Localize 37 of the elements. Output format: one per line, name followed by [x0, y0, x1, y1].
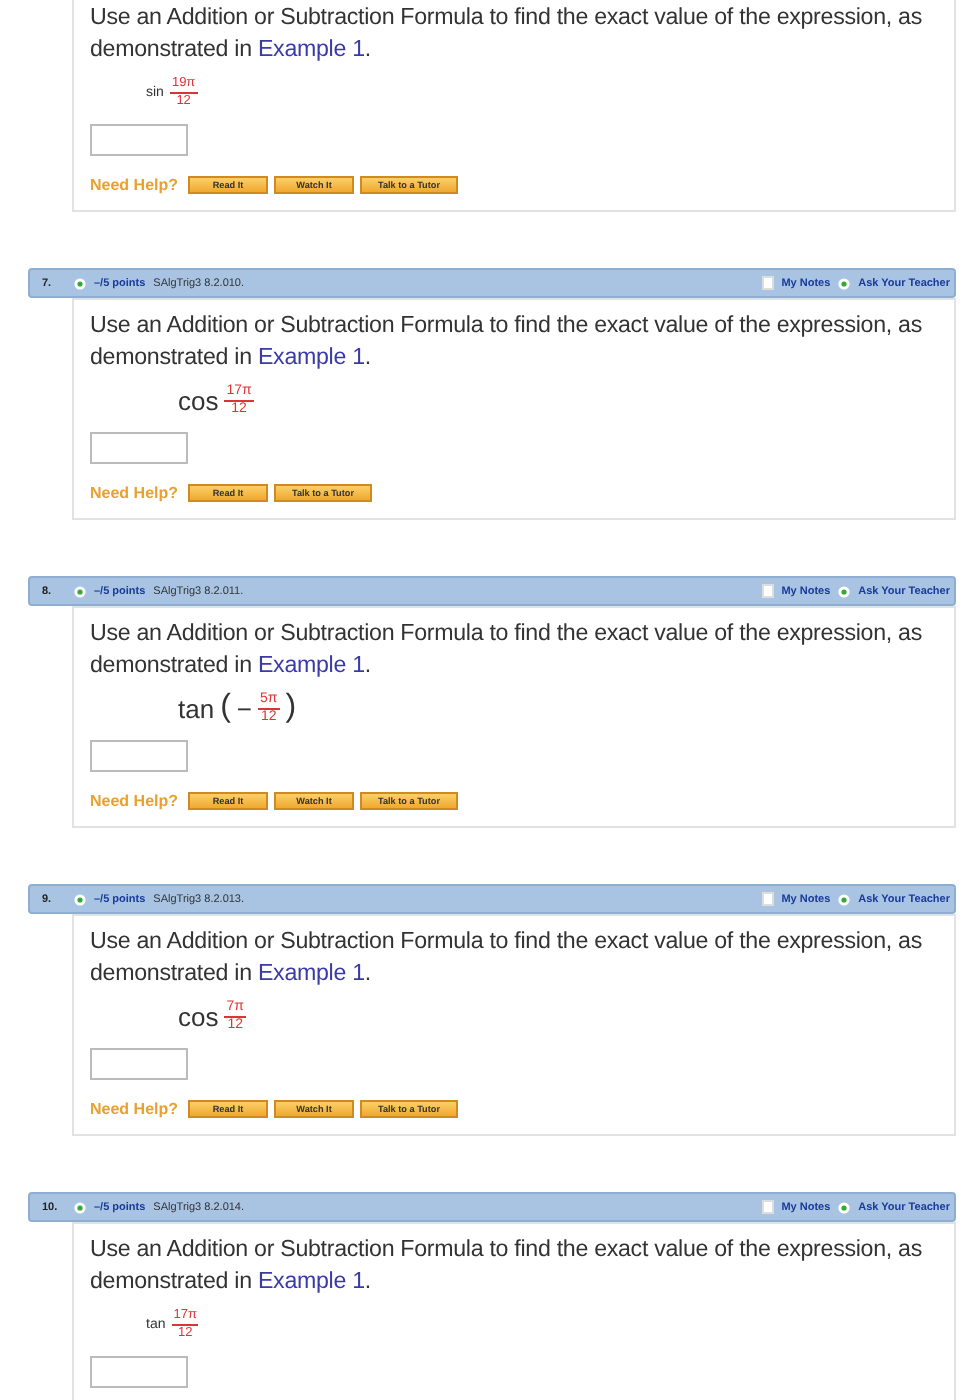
function-name: tan	[178, 693, 215, 723]
question-text: Use an Addition or Subtraction Formula to find the exact value of the expression, as demonstrated in Example 1.	[90, 2, 924, 66]
function-name: cos	[178, 1001, 219, 1031]
parenthesis: )	[285, 690, 297, 726]
example-link[interactable]: Example 1	[257, 36, 365, 62]
question-text: Use an Addition or Subtraction Formula to find the exact value of the expression, as demonstrated in Example 1.	[90, 310, 924, 374]
dot-circle-icon	[838, 893, 851, 905]
plus-circle-icon	[74, 277, 86, 289]
need-help-label: Need Help?	[90, 484, 179, 502]
question-text: Use an Addition or Subtraction Formula to find the exact value of the expression, as demonstrated in Example 1.	[90, 926, 924, 990]
parenthesis: (	[220, 690, 231, 726]
example-link[interactable]: Example 1	[257, 344, 365, 370]
note-icon	[761, 584, 774, 598]
answer-field[interactable]	[90, 124, 188, 156]
answer-field[interactable]	[90, 740, 188, 772]
need-help-label: Need Help?	[90, 176, 179, 194]
dot-circle-icon	[838, 585, 851, 597]
example-link[interactable]: Example 1	[257, 960, 365, 986]
answer-field[interactable]	[90, 1048, 188, 1080]
need-help-label: Need Help?	[90, 792, 179, 810]
dot-circle-icon	[838, 277, 851, 289]
dot-circle-icon	[838, 1201, 851, 1213]
plus-circle-icon	[74, 585, 86, 597]
note-icon	[761, 892, 774, 906]
example-link[interactable]: Example 1	[257, 652, 365, 678]
need-help-label: Need Help?	[90, 1100, 179, 1118]
note-icon	[761, 1200, 774, 1214]
note-icon	[761, 276, 774, 290]
example-link[interactable]: Example 1	[257, 1268, 365, 1294]
function-name: cos	[178, 385, 219, 415]
answer-field[interactable]	[90, 1356, 188, 1388]
answer-field[interactable]	[90, 432, 188, 464]
question-text: Use an Addition or Subtraction Formula to find the exact value of the expression, as demonstrated in Example 1.	[90, 618, 924, 682]
minus-sign: −	[236, 693, 252, 723]
plus-circle-icon	[74, 1201, 86, 1213]
plus-circle-icon	[74, 893, 86, 905]
question-text: Use an Addition or Subtraction Formula to find the exact value of the expression, as demonstrated in Example 1.	[90, 1234, 924, 1298]
